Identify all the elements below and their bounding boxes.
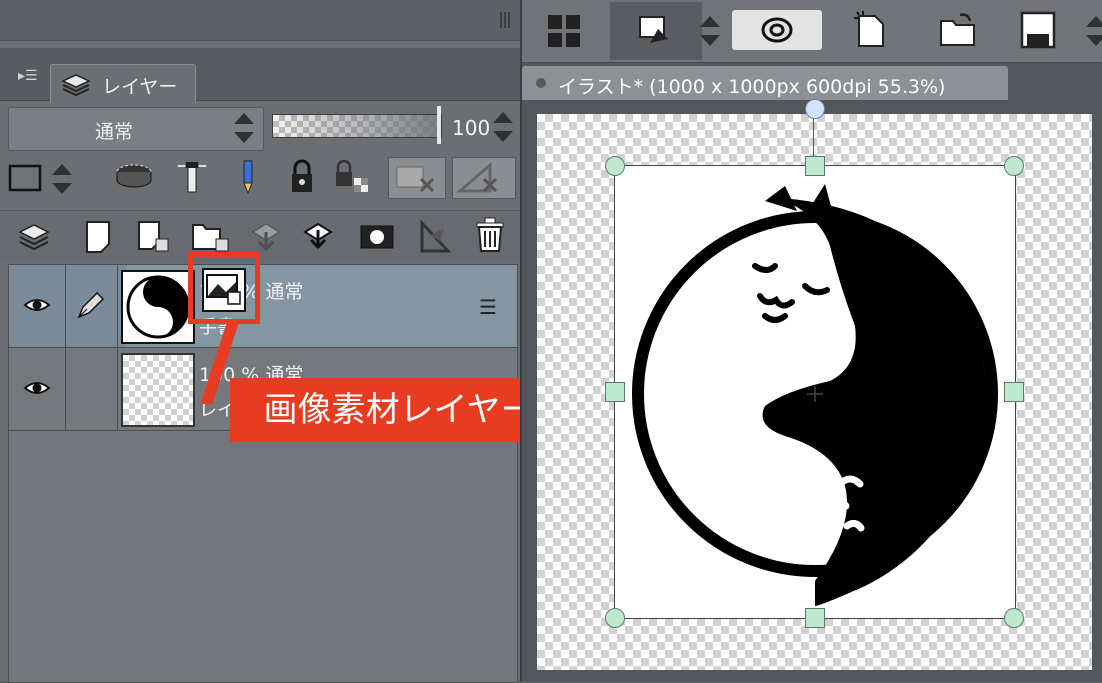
transform-handle-top-left[interactable] bbox=[605, 156, 625, 176]
layers-icon[interactable] bbox=[14, 217, 54, 257]
ruler-icon[interactable] bbox=[452, 157, 516, 199]
document-title: イラスト* (1000 x 1000px 600dpi 55.3%) bbox=[558, 76, 946, 98]
transform-handle-top[interactable] bbox=[805, 156, 825, 176]
eye-icon bbox=[23, 299, 51, 311]
layer-property-toolbar bbox=[0, 155, 520, 205]
mask-icon[interactable] bbox=[388, 157, 446, 199]
panel-grip-handle[interactable] bbox=[500, 12, 512, 28]
toolbar-overflow-spinner-icon[interactable] bbox=[1086, 16, 1102, 46]
transform-handle-left[interactable] bbox=[605, 382, 625, 402]
opacity-slider[interactable] bbox=[272, 114, 442, 138]
opacity-value: 100 bbox=[452, 116, 491, 140]
document-modified-dot-icon bbox=[536, 78, 546, 88]
tool-spinner-icon[interactable] bbox=[700, 16, 720, 46]
save-icon[interactable] bbox=[1018, 10, 1058, 50]
edit-target-toggle[interactable] bbox=[65, 265, 118, 347]
new-raster-layer-icon[interactable] bbox=[78, 217, 118, 257]
trash-icon[interactable] bbox=[470, 215, 510, 255]
combine-icon[interactable] bbox=[298, 217, 338, 257]
layer-color-icon[interactable] bbox=[8, 157, 48, 197]
opacity-spinner-icon[interactable] bbox=[493, 112, 513, 142]
visibility-toggle[interactable] bbox=[9, 265, 66, 347]
layer-color-spinner-icon[interactable] bbox=[52, 164, 72, 194]
tab-layer-label: レイヤー bbox=[102, 76, 178, 98]
lighthouse-icon[interactable] bbox=[172, 157, 212, 197]
yin-yang-cats-illustration bbox=[632, 184, 998, 606]
visibility-toggle[interactable] bbox=[9, 348, 66, 430]
layer-command-toolbar bbox=[0, 210, 520, 263]
image-material[interactable] bbox=[614, 165, 1016, 619]
new-file-icon[interactable] bbox=[850, 10, 890, 50]
lock-icon[interactable] bbox=[282, 157, 322, 197]
transform-handle-bottom-left[interactable] bbox=[605, 608, 625, 628]
layer-row-image-material[interactable]: 100 % 通常 手書 ☰ bbox=[9, 265, 517, 348]
blend-mode-spinner-icon[interactable] bbox=[234, 113, 254, 143]
blend-mode-select[interactable] bbox=[8, 107, 264, 151]
callout-label: 画像素材レイヤー bbox=[230, 378, 568, 442]
pencil-icon[interactable] bbox=[228, 157, 268, 197]
transform-handle-top-right[interactable] bbox=[1004, 156, 1024, 176]
layer-thumbnail bbox=[121, 270, 195, 344]
lasso-icon[interactable] bbox=[732, 10, 822, 50]
transform-handle-bottom[interactable] bbox=[805, 608, 825, 628]
transform-handle-right[interactable] bbox=[1004, 382, 1024, 402]
lock-transparent-icon[interactable] bbox=[332, 157, 372, 197]
ruler-tool-icon[interactable] bbox=[414, 217, 454, 257]
opacity-slider-knob[interactable] bbox=[437, 106, 441, 144]
transform-handle-bottom-right[interactable] bbox=[1004, 608, 1024, 628]
main-toolbar bbox=[522, 0, 1102, 63]
new-vector-layer-icon[interactable] bbox=[134, 217, 174, 257]
merge-down-icon[interactable] bbox=[246, 217, 286, 257]
layers-icon bbox=[61, 74, 91, 97]
rotation-handle[interactable] bbox=[805, 99, 825, 119]
layer-list: 100 % 通常 手書 ☰ 100 % 通常 レイ bbox=[8, 264, 518, 683]
mask-ellipse-icon[interactable] bbox=[114, 157, 154, 197]
new-folder-icon[interactable] bbox=[190, 217, 230, 257]
layer-menu-icon[interactable]: ☰ bbox=[479, 295, 497, 319]
transform-icon[interactable] bbox=[610, 2, 702, 60]
blend-mode-label: 通常 bbox=[95, 121, 134, 143]
open-folder-icon[interactable] bbox=[938, 10, 978, 50]
pen-nib-icon bbox=[77, 291, 105, 319]
callout-highlight-box bbox=[188, 252, 260, 324]
mask-create-icon[interactable] bbox=[358, 217, 398, 257]
panel-header-bar bbox=[0, 0, 520, 41]
grid-icon[interactable] bbox=[544, 11, 584, 51]
layer-thumbnail bbox=[121, 353, 195, 427]
edit-target-toggle[interactable] bbox=[65, 348, 118, 430]
eye-icon bbox=[23, 382, 51, 394]
panel-menu-icon[interactable]: ▸☰ bbox=[18, 68, 38, 84]
